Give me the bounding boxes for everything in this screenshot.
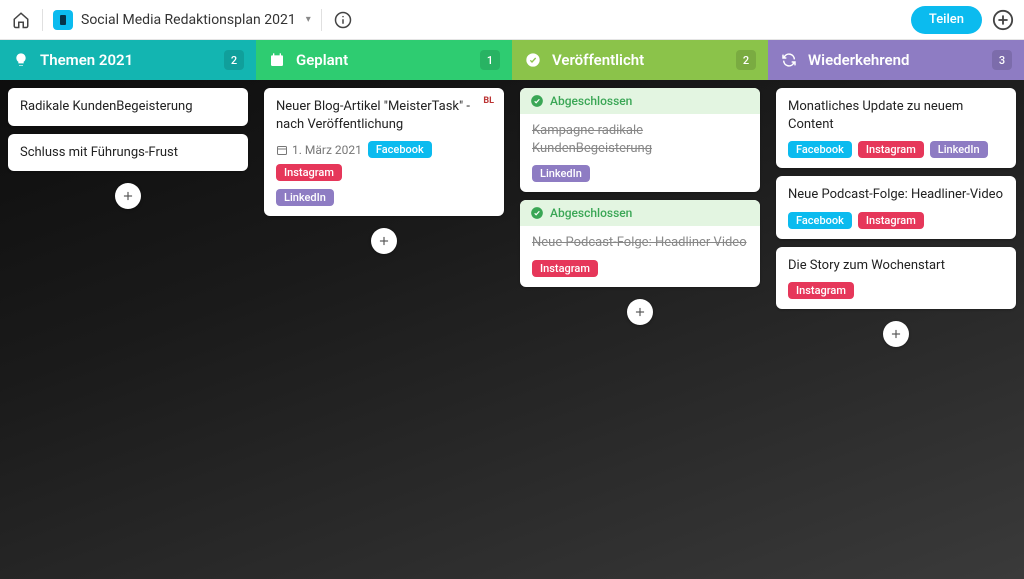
tag-linkedin: LinkedIn: [930, 141, 988, 158]
topbar: Social Media Redaktionsplan 2021 ▾ Teile…: [0, 0, 1024, 40]
column-header-themen[interactable]: Themen 2021 2: [0, 40, 256, 80]
tag-facebook: Facebook: [788, 212, 852, 229]
add-icon[interactable]: [992, 9, 1014, 31]
tag-instagram: Instagram: [858, 141, 924, 158]
check-circle-icon: [524, 51, 542, 69]
card-title: Neue Podcast-Folge: Headliner-Video: [788, 186, 1004, 204]
board-color-icon: [53, 10, 73, 30]
column-count: 2: [736, 50, 756, 70]
tag-instagram: Instagram: [788, 282, 854, 299]
column-count: 3: [992, 50, 1012, 70]
cards-wiederkehrend: Monatliches Update zu neuem Content Face…: [768, 80, 1024, 355]
card[interactable]: Abgeschlossen Kampagne radikale KundenBe…: [520, 88, 760, 192]
card-title: Monatliches Update zu neuem Content: [788, 98, 1004, 133]
column-title: Geplant: [296, 51, 348, 69]
column-title: Veröffentlicht: [552, 51, 644, 69]
board: Themen 2021 2 Radikale KundenBegeisterun…: [0, 40, 1024, 355]
cards-themen: Radikale KundenBegeisterung Schluss mit …: [0, 80, 256, 217]
card-title: Schluss mit Führungs-Frust: [20, 144, 236, 162]
card-title: Neuer Blog-Artikel "MeisterTask" - nach …: [276, 98, 492, 133]
column-count: 1: [480, 50, 500, 70]
column-wiederkehrend: Wiederkehrend 3 Monatliches Update zu ne…: [768, 40, 1024, 355]
add-card-button[interactable]: [883, 321, 909, 347]
lightbulb-icon: [12, 51, 30, 69]
card[interactable]: Radikale KundenBegeisterung: [8, 88, 248, 126]
card[interactable]: Abgeschlossen Neue Podcast-Folge: Headli…: [520, 200, 760, 287]
card-title: Die Story zum Wochenstart: [788, 257, 1004, 275]
card[interactable]: Die Story zum Wochenstart Instagram: [776, 247, 1016, 310]
divider: [321, 9, 322, 31]
add-card-button[interactable]: [115, 183, 141, 209]
tag-linkedin: LinkedIn: [532, 165, 590, 182]
card[interactable]: Neue Podcast-Folge: Headliner-Video Face…: [776, 176, 1016, 239]
column-title: Themen 2021: [40, 51, 133, 69]
card[interactable]: Schluss mit Führungs-Frust: [8, 134, 248, 172]
divider: [42, 9, 43, 31]
card-date: 1. März 2021: [276, 143, 362, 157]
card[interactable]: Monatliches Update zu neuem Content Face…: [776, 88, 1016, 168]
completed-banner: Abgeschlossen: [520, 200, 760, 226]
column-veroeffentlicht: Veröffentlicht 2 Abgeschlossen Kampagne …: [512, 40, 768, 355]
card[interactable]: BL Neuer Blog-Artikel "MeisterTask" - na…: [264, 88, 504, 216]
add-card-button[interactable]: [627, 299, 653, 325]
card-title: Kampagne radikale KundenBegeisterung: [532, 122, 748, 157]
column-themen: Themen 2021 2 Radikale KundenBegeisterun…: [0, 40, 256, 355]
tag-facebook: Facebook: [368, 141, 432, 158]
tag-instagram: Instagram: [276, 164, 342, 181]
add-card-button[interactable]: [371, 228, 397, 254]
tag-instagram: Instagram: [532, 260, 598, 277]
column-header-veroeffentlicht[interactable]: Veröffentlicht 2: [512, 40, 768, 80]
column-count: 2: [224, 50, 244, 70]
share-button[interactable]: Teilen: [911, 6, 982, 34]
card-title: Neue Podcast-Folge: Headliner Video: [532, 234, 748, 252]
column-geplant: Geplant 1 BL Neuer Blog-Artikel "Meister…: [256, 40, 512, 355]
home-icon[interactable]: [10, 9, 32, 31]
column-title: Wiederkehrend: [808, 51, 909, 69]
column-header-geplant[interactable]: Geplant 1: [256, 40, 512, 80]
chevron-down-icon: ▾: [306, 14, 311, 25]
info-icon[interactable]: [332, 9, 354, 31]
avatar: BL: [483, 96, 494, 106]
refresh-icon: [780, 51, 798, 69]
tag-facebook: Facebook: [788, 141, 852, 158]
cards-veroeffentlicht: Abgeschlossen Kampagne radikale KundenBe…: [512, 80, 768, 333]
tag-linkedin: LinkedIn: [276, 189, 334, 206]
cards-geplant: BL Neuer Blog-Artikel "MeisterTask" - na…: [256, 80, 512, 262]
completed-banner: Abgeschlossen: [520, 88, 760, 114]
column-header-wiederkehrend[interactable]: Wiederkehrend 3: [768, 40, 1024, 80]
board-title: Social Media Redaktionsplan 2021: [81, 12, 296, 28]
tag-instagram: Instagram: [858, 212, 924, 229]
board-selector[interactable]: Social Media Redaktionsplan 2021 ▾: [53, 10, 311, 30]
card-title: Radikale KundenBegeisterung: [20, 98, 236, 116]
calendar-icon: [268, 51, 286, 69]
